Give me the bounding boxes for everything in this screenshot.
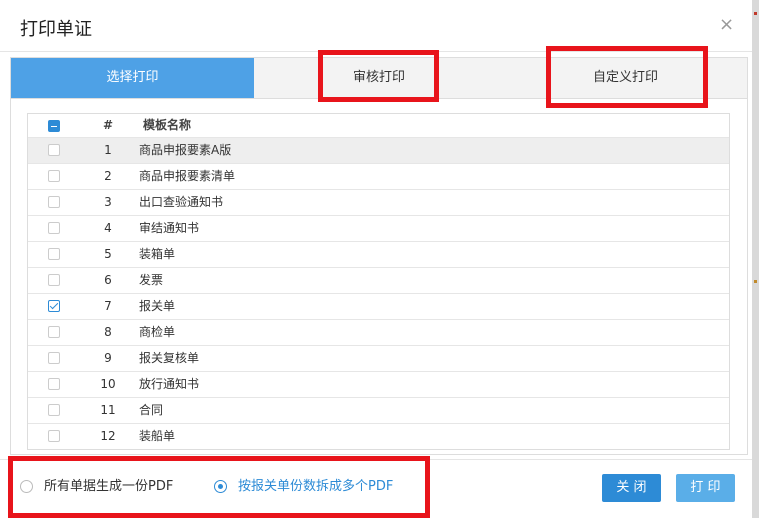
row-checkbox[interactable]: [48, 430, 60, 442]
table-row[interactable]: 4 审结通知书: [28, 216, 729, 242]
table-row[interactable]: 11 合同: [28, 398, 729, 424]
title-divider: [0, 51, 752, 52]
print-documents-dialog: 打印单证 × 选择打印 审核打印 自定义打印 # 模板名称 1 商品申报要素A版 2…: [0, 0, 752, 518]
table-body: 1 商品申报要素A版 2 商品申报要素清单 3 出口查验通知书 4 审结通知书 5 装箱单 6 发票 7…: [28, 138, 729, 449]
row-number: 7: [104, 299, 112, 313]
dialog-body: 选择打印 审核打印 自定义打印 # 模板名称 1 商品申报要素A版 2 商品申报要素清…: [10, 57, 748, 455]
radio-single-pdf-label[interactable]: 所有单据生成一份PDF: [44, 478, 173, 495]
row-number: 9: [104, 351, 112, 365]
row-template-name: 商品申报要素A版: [139, 143, 232, 157]
row-template-name: 放行通知书: [139, 377, 200, 391]
row-template-name: 合同: [139, 403, 164, 417]
table-header: # 模板名称: [28, 114, 729, 138]
table-row[interactable]: 1 商品申报要素A版: [28, 138, 729, 164]
row-number: 5: [104, 247, 112, 261]
row-number: 2: [104, 169, 112, 183]
row-checkbox[interactable]: [48, 144, 60, 156]
table-row[interactable]: 12 装船单: [28, 424, 729, 449]
row-template-name: 商品申报要素清单: [139, 169, 236, 183]
close-button[interactable]: 关 闭: [602, 474, 661, 502]
row-template-name: 出口查验通知书: [139, 195, 224, 209]
row-template-name: 装箱单: [139, 247, 176, 261]
column-header-number: #: [102, 118, 114, 132]
row-template-name: 审结通知书: [139, 221, 200, 235]
tab-custom-print[interactable]: 自定义打印: [504, 58, 747, 98]
row-checkbox[interactable]: [48, 274, 60, 286]
row-number: 11: [100, 403, 116, 417]
footer-divider: [0, 459, 752, 460]
template-table: # 模板名称 1 商品申报要素A版 2 商品申报要素清单 3 出口查验通知书 4 审结通知书 5…: [27, 113, 730, 450]
radio-split-pdf-label[interactable]: 按报关单份数拆成多个PDF: [238, 478, 393, 495]
column-header-template-name: 模板名称: [143, 118, 192, 132]
row-number: 1: [104, 143, 112, 157]
background-marker: [754, 280, 757, 283]
row-checkbox[interactable]: [48, 248, 60, 260]
tab-select-print[interactable]: 选择打印: [11, 58, 254, 98]
row-checkbox[interactable]: [48, 300, 60, 312]
row-number: 10: [100, 377, 116, 391]
radio-split-pdf[interactable]: [214, 480, 227, 493]
row-template-name: 发票: [139, 273, 164, 287]
row-checkbox[interactable]: [48, 378, 60, 390]
select-all-checkbox[interactable]: [48, 120, 60, 132]
print-button[interactable]: 打 印: [676, 474, 735, 502]
table-row[interactable]: 3 出口查验通知书: [28, 190, 729, 216]
row-number: 8: [104, 325, 112, 339]
tab-bar: 选择打印 审核打印 自定义打印: [11, 58, 747, 99]
table-row[interactable]: 6 发票: [28, 268, 729, 294]
table-row[interactable]: 8 商检单: [28, 320, 729, 346]
row-number: 4: [104, 221, 112, 235]
row-template-name: 装船单: [139, 429, 176, 443]
background-window-edge: [752, 0, 759, 518]
row-checkbox[interactable]: [48, 222, 60, 234]
radio-single-pdf[interactable]: [20, 480, 33, 493]
dialog-title: 打印单证: [20, 19, 92, 40]
row-checkbox[interactable]: [48, 196, 60, 208]
row-checkbox[interactable]: [48, 352, 60, 364]
table-row[interactable]: 9 报关复核单: [28, 346, 729, 372]
table-row[interactable]: 2 商品申报要素清单: [28, 164, 729, 190]
row-template-name: 商检单: [139, 325, 176, 339]
row-checkbox[interactable]: [48, 326, 60, 338]
tab-review-print[interactable]: 审核打印: [254, 58, 504, 98]
table-row[interactable]: 7 报关单: [28, 294, 729, 320]
close-icon[interactable]: ×: [719, 14, 734, 35]
row-number: 6: [104, 273, 112, 287]
row-checkbox[interactable]: [48, 404, 60, 416]
row-checkbox[interactable]: [48, 170, 60, 182]
row-template-name: 报关复核单: [139, 351, 200, 365]
row-number: 12: [100, 429, 116, 443]
row-template-name: 报关单: [139, 299, 176, 313]
row-number: 3: [104, 195, 112, 209]
background-marker: [754, 12, 757, 15]
table-row[interactable]: 10 放行通知书: [28, 372, 729, 398]
table-row[interactable]: 5 装箱单: [28, 242, 729, 268]
